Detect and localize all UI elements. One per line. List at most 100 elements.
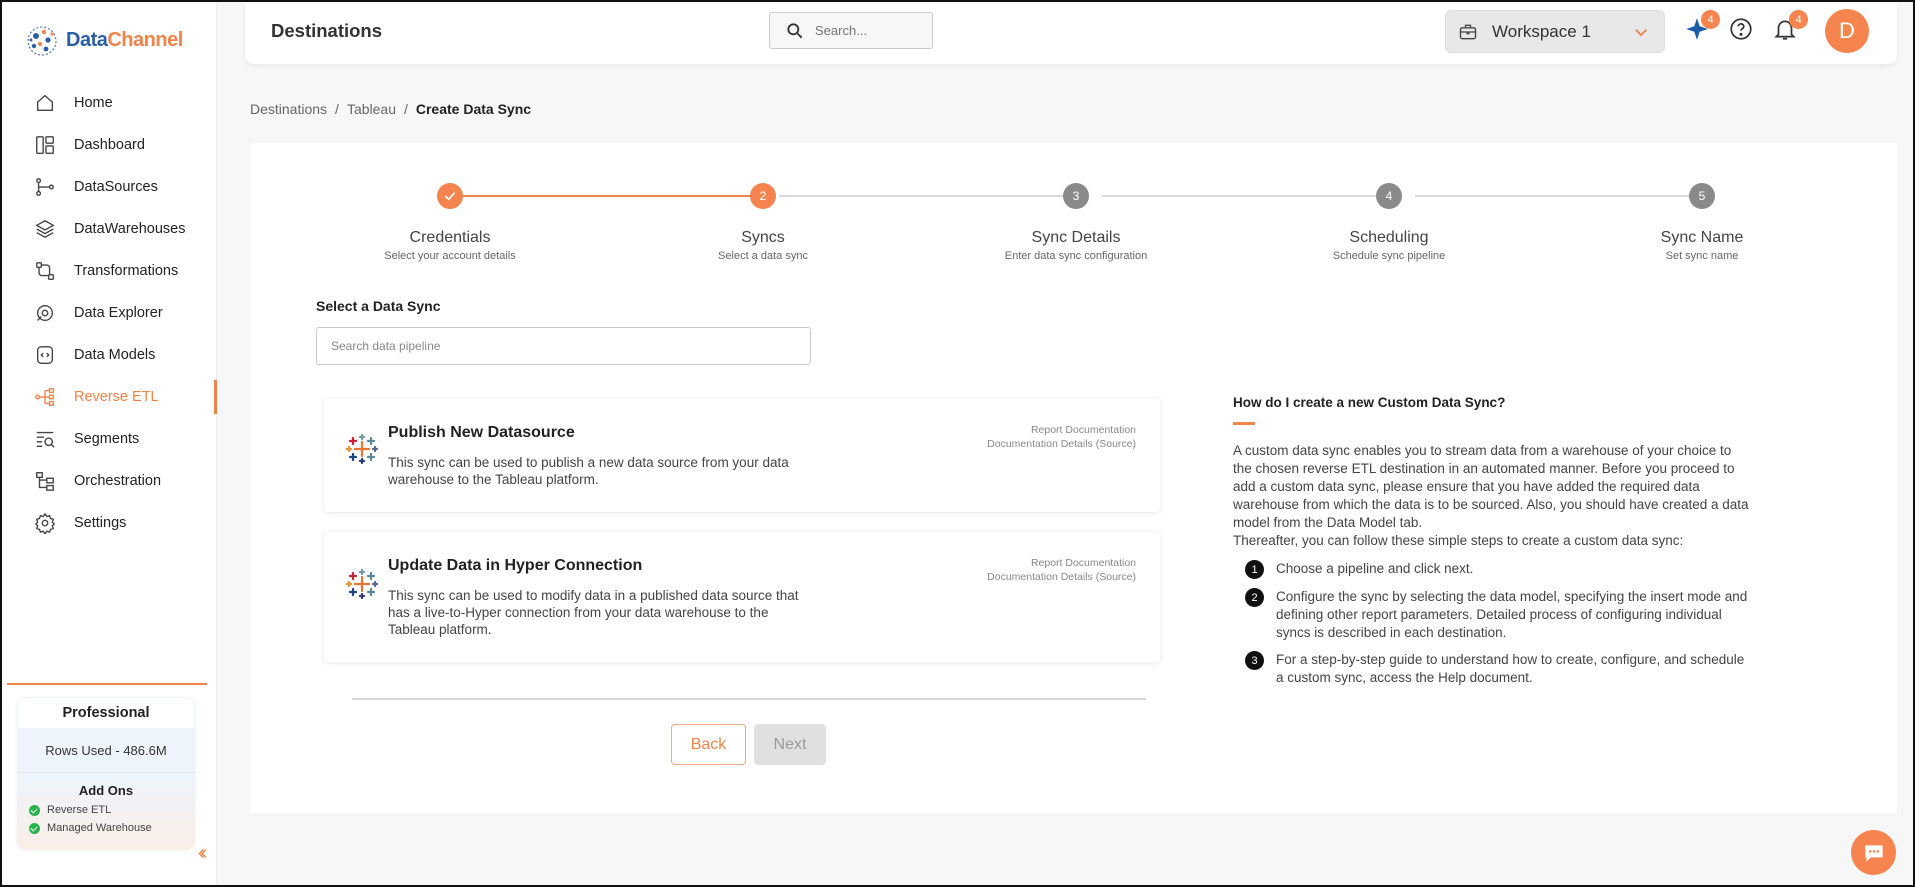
documentation-details-link[interactable]: Documentation Details (Source): [987, 570, 1136, 584]
sidebar-item-data-models[interactable]: Data Models: [2, 334, 217, 376]
top-header: Destinations Workspace 1 4 4 D: [245, 2, 1897, 64]
breadcrumb-separator: /: [403, 101, 408, 117]
step-3-label: Sync Details Enter data sync configurati…: [1004, 229, 1148, 262]
settings-icon: [34, 512, 56, 534]
sidebar-item-transformations[interactable]: Transformations: [2, 250, 217, 292]
datawarehouses-icon: [35, 219, 55, 239]
breadcrumb-destinations[interactable]: Destinations: [250, 101, 327, 117]
report-documentation-link[interactable]: Report Documentation: [987, 556, 1136, 570]
sidebar-item-orchestration[interactable]: Orchestration: [2, 460, 217, 502]
page-title: Destinations: [271, 20, 383, 41]
chat-bubble-icon: [1864, 844, 1883, 862]
logo[interactable]: DataChannel: [24, 22, 183, 58]
step-connector: [1102, 195, 1389, 197]
report-documentation-link[interactable]: Report Documentation: [987, 423, 1136, 437]
sidebar-divider: [7, 683, 207, 685]
search-input[interactable]: [815, 23, 915, 38]
notifications-badge: 4: [1789, 10, 1808, 29]
step-1-label: Credentials Select your account details: [384, 229, 516, 262]
sidebar-item-segments[interactable]: Segments: [2, 418, 217, 460]
sidebar-item-datasources[interactable]: DataSources: [2, 166, 217, 208]
sidebar-nav: Home Dashboard DataSources DataWarehouse…: [2, 82, 217, 544]
chat-support-button[interactable]: [1851, 830, 1896, 875]
checkmark-icon: [444, 192, 456, 201]
sync-title: Publish New Datasource: [388, 424, 575, 441]
documentation-details-link[interactable]: Documentation Details (Source): [987, 437, 1136, 451]
breadcrumb-separator: /: [335, 101, 339, 117]
sidebar-item-data-explorer[interactable]: Data Explorer: [2, 292, 217, 334]
global-search[interactable]: [769, 12, 933, 49]
rows-used: Rows Used - 486.6M: [17, 729, 195, 773]
step-connector-done: [463, 195, 753, 197]
help-accent-bar: [1233, 422, 1255, 425]
sync-doc-links: Report Documentation Documentation Detai…: [987, 556, 1136, 584]
breadcrumb-current: Create Data Sync: [415, 101, 532, 117]
addons-title: Add Ons: [78, 783, 134, 798]
step-connector: [779, 195, 1076, 197]
step-4-label: Scheduling Schedule sync pipeline: [1332, 229, 1446, 262]
help-step: 2 Configure the sync by selecting the dat…: [1233, 588, 1753, 642]
step-2-dot[interactable]: 2: [750, 183, 776, 209]
sync-card-update-hyper-connection[interactable]: Update Data in Hyper Connection This syn…: [324, 532, 1160, 662]
sidebar-item-dashboard[interactable]: Dashboard: [2, 124, 217, 166]
sync-doc-links: Report Documentation Documentation Detai…: [987, 423, 1136, 451]
ai-sparkle-button[interactable]: 4: [1684, 10, 1720, 42]
workspace-selector[interactable]: Workspace 1: [1445, 10, 1665, 53]
check-circle-icon: [29, 822, 40, 834]
check-circle-icon: [29, 804, 40, 816]
step-5-label: Sync Name Set sync name: [1660, 229, 1744, 262]
select-sync-label: Select a Data Sync: [316, 298, 441, 314]
sidebar: DataChannel Home Dashboard DataSources D…: [2, 2, 217, 885]
sidebar-item-datawarehouses[interactable]: DataWarehouses: [2, 208, 217, 250]
workspace-name: Workspace 1: [1492, 21, 1591, 41]
form-divider: [352, 698, 1146, 700]
help-steps: 1 Choose a pipeline and click next. 2 Conf…: [1233, 560, 1753, 687]
help-button[interactable]: [1728, 16, 1754, 42]
orchestration-icon: [36, 472, 54, 491]
next-button[interactable]: Next: [754, 724, 826, 765]
search-icon: [787, 22, 803, 38]
help-step: 3 For a step-by-step guide to understand …: [1233, 651, 1753, 687]
briefcase-icon: [1459, 24, 1477, 39]
step-1-dot[interactable]: [437, 183, 463, 209]
breadcrumb-tableau[interactable]: Tableau: [347, 101, 396, 117]
notifications-button[interactable]: 4: [1772, 10, 1808, 42]
help-step: 1 Choose a pipeline and click next.: [1233, 560, 1753, 579]
tableau-logo-icon: [346, 433, 378, 465]
addon-item: Reverse ETL: [29, 804, 195, 816]
step-5-dot[interactable]: 5: [1689, 183, 1715, 209]
help-intro: A custom data sync enables you to stream…: [1233, 443, 1749, 548]
sync-description: This sync can be used to modify data in …: [388, 588, 799, 637]
sidebar-item-reverse-etl[interactable]: Reverse ETL: [2, 376, 217, 418]
pipeline-search-input[interactable]: Search data pipeline: [316, 327, 811, 365]
collapse-sidebar-icon[interactable]: ‹‹: [198, 842, 208, 865]
home-icon: [36, 94, 54, 112]
data-models-icon: [36, 346, 54, 364]
brand-name: DataChannel: [66, 28, 183, 51]
addon-item: Managed Warehouse: [29, 822, 195, 834]
breadcrumb: Destinations / Tableau / Create Data Syn…: [250, 101, 531, 117]
transformations-icon: [36, 262, 54, 280]
sync-card-publish-new-datasource[interactable]: Publish New Datasource This sync can be …: [324, 399, 1160, 512]
plan-name: Professional: [18, 698, 194, 728]
data-explorer-icon: [36, 304, 54, 322]
sync-description: This sync can be used to publish a new d…: [388, 455, 789, 487]
chevron-down-icon: [1635, 28, 1647, 36]
back-button[interactable]: Back: [671, 724, 746, 765]
tableau-logo-icon: [346, 568, 378, 600]
step-connector: [1415, 195, 1702, 197]
step-4-dot[interactable]: 4: [1376, 183, 1402, 209]
datasources-icon: [36, 178, 54, 196]
help-panel: How do I create a new Custom Data Sync? …: [1233, 395, 1753, 696]
reverse-etl-icon: [35, 388, 54, 406]
segments-icon: [36, 431, 55, 448]
dashboard-icon: [36, 136, 54, 154]
step-3-dot[interactable]: 3: [1063, 183, 1089, 209]
plan-card: Professional Rows Used - 486.6M Add Ons …: [17, 697, 195, 849]
sync-title: Update Data in Hyper Connection: [388, 557, 643, 574]
datachannel-logo-icon: [27, 26, 57, 56]
help-title: How do I create a new Custom Data Sync?: [1233, 395, 1506, 410]
avatar[interactable]: D: [1825, 9, 1869, 53]
sidebar-item-settings[interactable]: Settings: [2, 502, 217, 544]
sidebar-item-home[interactable]: Home: [2, 82, 217, 124]
